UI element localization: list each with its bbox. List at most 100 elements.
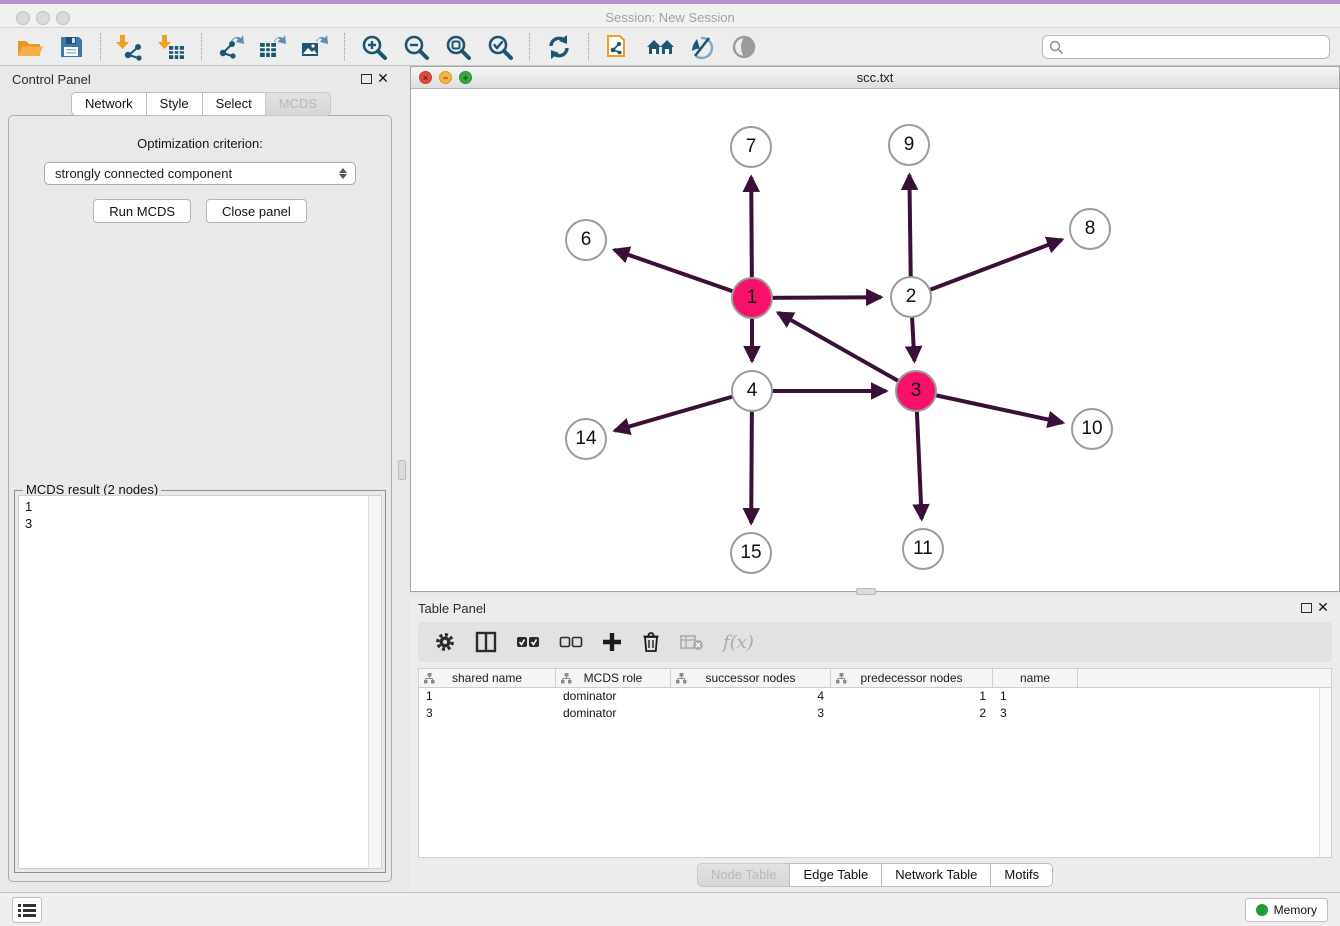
show-column-panel-icon[interactable] <box>475 631 497 653</box>
import-network-icon[interactable] <box>115 32 145 62</box>
search-input[interactable] <box>1042 35 1330 59</box>
run-mcds-button[interactable]: Run MCDS <box>93 199 191 223</box>
graph-node-9[interactable]: 9 <box>888 124 930 166</box>
tab-mcds[interactable]: MCDS <box>265 92 331 116</box>
table-row[interactable]: 3dominator323 <box>419 705 1331 722</box>
export-image-icon[interactable] <box>300 32 330 62</box>
graph-node-8[interactable]: 8 <box>1069 208 1111 250</box>
zoom-fit-icon[interactable] <box>443 32 473 62</box>
tab-style[interactable]: Style <box>146 92 202 116</box>
delete-column-trash-icon[interactable] <box>641 631 661 653</box>
task-list-icon <box>18 903 36 917</box>
graph-edge-3-1[interactable] <box>778 313 916 391</box>
splitter-handle-vertical[interactable] <box>398 460 406 480</box>
add-column-icon[interactable] <box>602 632 622 652</box>
graph-node-10[interactable]: 10 <box>1071 408 1113 450</box>
table-toolbar: f(x) <box>418 622 1332 662</box>
node-table: shared name MCDS role successor nodes prede… <box>418 668 1332 858</box>
column-type-icon <box>676 673 687 684</box>
control-panel-tabs: NetworkStyleSelectMCDS <box>0 92 402 116</box>
open-session-icon[interactable] <box>14 32 44 62</box>
graph-node-2[interactable]: 2 <box>890 276 932 318</box>
clone-network-icon[interactable] <box>603 32 633 62</box>
import-table-icon[interactable] <box>157 32 187 62</box>
close-panel-button[interactable]: Close panel <box>206 199 307 223</box>
status-bar: Memory <box>0 892 1340 926</box>
graph-node-11[interactable]: 11 <box>902 528 944 570</box>
unselect-all-columns-icon[interactable] <box>559 635 583 649</box>
zoom-selected-icon[interactable] <box>485 32 515 62</box>
select-all-columns-icon[interactable] <box>516 635 540 649</box>
hide-graphics-details-icon[interactable] <box>687 32 717 62</box>
network-canvas[interactable]: 7 9 6 8 1 2 4 3 14 10 15 11 <box>411 89 1339 591</box>
network-window-title: scc.txt <box>411 70 1339 85</box>
refresh-view-icon[interactable] <box>544 32 574 62</box>
tab-motifs[interactable]: Motifs <box>990 863 1053 887</box>
select-down-arrow-icon <box>339 174 347 179</box>
tab-node-table[interactable]: Node Table <box>697 863 790 887</box>
splitter-handle-horizontal[interactable] <box>856 588 876 595</box>
function-builder-icon: f(x) <box>723 632 754 653</box>
column-header-MCDS-role[interactable]: MCDS role <box>556 669 671 687</box>
export-network-icon[interactable] <box>216 32 246 62</box>
graph-node-7[interactable]: 7 <box>730 126 772 168</box>
graph-edge-2-8[interactable] <box>911 240 1062 297</box>
table-settings-gear-icon[interactable] <box>434 631 456 653</box>
table-cell: 3 <box>671 705 831 722</box>
task-history-button[interactable] <box>12 897 42 923</box>
column-label: name <box>1020 671 1050 685</box>
table-scrollbar[interactable] <box>1319 688 1331 857</box>
window-title: Session: New Session <box>0 10 1340 25</box>
mcds-result-values: 1 3 <box>19 496 381 534</box>
graph-node-14[interactable]: 14 <box>565 418 607 460</box>
tab-edge-table[interactable]: Edge Table <box>789 863 881 887</box>
float-panel-icon[interactable] <box>361 74 372 84</box>
criterion-value: strongly connected component <box>55 166 232 181</box>
export-table-icon[interactable] <box>258 32 288 62</box>
memory-button[interactable]: Memory <box>1245 898 1328 922</box>
select-up-arrow-icon <box>339 168 347 173</box>
first-neighbors-icon[interactable] <box>645 32 675 62</box>
column-header-predecessor-nodes[interactable]: predecessor nodes <box>831 669 993 687</box>
table-row[interactable]: 1dominator411 <box>419 688 1331 705</box>
save-session-icon[interactable] <box>56 32 86 62</box>
delete-table-icon-disabled <box>680 633 704 651</box>
control-panel-title: Control Panel <box>12 72 91 87</box>
tab-network-table[interactable]: Network Table <box>881 863 990 887</box>
table-cell: 1 <box>993 688 1078 705</box>
column-header-name[interactable]: name <box>993 669 1078 687</box>
tab-network[interactable]: Network <box>71 92 146 116</box>
tab-select[interactable]: Select <box>202 92 265 116</box>
mcds-result-area[interactable]: 1 3 <box>18 495 382 869</box>
graph-node-15[interactable]: 15 <box>730 532 772 574</box>
network-window-titlebar[interactable]: × − + scc.txt <box>411 67 1339 89</box>
column-label: shared name <box>452 671 522 685</box>
table-cell: 1 <box>831 688 993 705</box>
column-label: MCDS role <box>584 671 643 685</box>
graph-edges <box>411 89 1339 591</box>
show-graphics-details-icon[interactable] <box>729 32 759 62</box>
graph-edge-3-10[interactable] <box>916 391 1063 423</box>
search-icon <box>1049 40 1064 55</box>
table-cell: dominator <box>556 688 671 705</box>
close-panel-icon[interactable]: ✕ <box>1316 600 1330 614</box>
float-panel-icon[interactable] <box>1301 603 1312 613</box>
graph-node-1[interactable]: 1 <box>731 277 773 319</box>
result-scrollbar[interactable] <box>368 496 381 868</box>
close-panel-icon[interactable]: ✕ <box>376 71 390 85</box>
column-type-icon <box>424 673 435 684</box>
table-cell: 4 <box>671 688 831 705</box>
toolbar-separator <box>344 33 345 61</box>
column-header-shared-name[interactable]: shared name <box>419 669 556 687</box>
zoom-out-icon[interactable] <box>401 32 431 62</box>
column-header-successor-nodes[interactable]: successor nodes <box>671 669 831 687</box>
criterion-select[interactable]: strongly connected component <box>44 162 356 185</box>
network-view-window: × − + scc.txt 7 9 6 8 1 2 4 3 14 10 15 11 <box>410 66 1340 592</box>
graph-node-4[interactable]: 4 <box>731 370 773 412</box>
toolbar-separator <box>100 33 101 61</box>
graph-node-3[interactable]: 3 <box>895 370 937 412</box>
zoom-in-icon[interactable] <box>359 32 389 62</box>
column-label: predecessor nodes <box>860 671 962 685</box>
graph-node-6[interactable]: 6 <box>565 219 607 261</box>
control-panel-header: Control Panel ✕ <box>0 66 402 92</box>
